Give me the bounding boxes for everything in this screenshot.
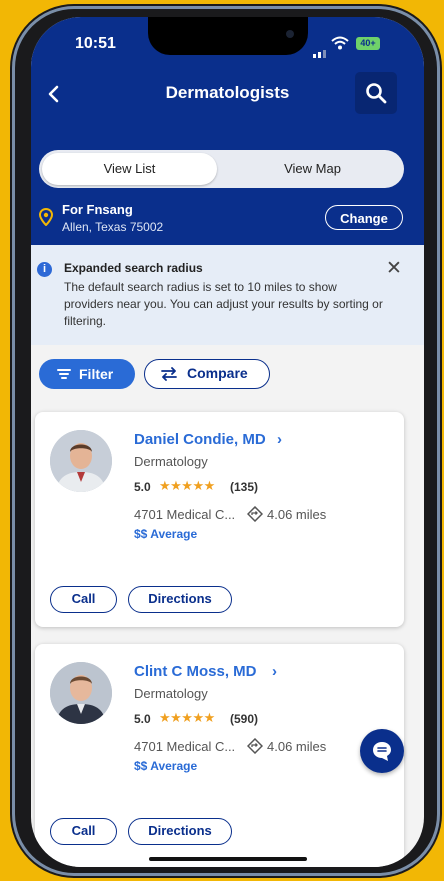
provider-name[interactable]: Clint C Moss, MD <box>134 663 257 680</box>
provider-address: 4701 Medical C... <box>134 507 236 522</box>
location-pin-icon <box>39 208 53 226</box>
wifi-icon <box>331 36 349 50</box>
chevron-right-icon[interactable]: › <box>277 431 282 448</box>
call-button[interactable]: Call <box>50 586 117 613</box>
location-name: For Fnsang <box>62 202 133 217</box>
filter-button[interactable]: Filter <box>39 359 135 389</box>
close-icon[interactable]: ✕ <box>386 257 402 280</box>
compare-icon <box>161 367 177 381</box>
provider-name[interactable]: Daniel Condie, MD <box>134 431 266 448</box>
info-icon: i <box>37 262 52 277</box>
provider-card[interactable]: Daniel Condie, MD › Dermatology 5.0 ★★★★… <box>35 412 404 627</box>
call-button[interactable]: Call <box>50 818 117 845</box>
search-icon <box>366 83 387 104</box>
location-address: Allen, Texas 75002 <box>62 220 164 234</box>
chat-button[interactable] <box>360 729 404 773</box>
directions-button[interactable]: Directions <box>128 818 232 845</box>
directions-icon <box>247 506 263 522</box>
rating-value: 5.0 <box>134 712 151 726</box>
view-toggle: View List View Map <box>39 150 404 188</box>
camera-notch <box>148 17 308 55</box>
signal-icon <box>313 40 328 58</box>
filter-icon <box>57 369 71 379</box>
provider-address: 4701 Medical C... <box>134 739 236 754</box>
view-list-tab[interactable]: View List <box>42 161 217 176</box>
provider-distance: 4.06 miles <box>267 739 327 754</box>
directions-button[interactable]: Directions <box>128 586 232 613</box>
status-time: 10:51 <box>75 35 116 52</box>
review-count: (135) <box>230 480 259 494</box>
price-level: $$ Average <box>134 527 198 541</box>
camera-icon <box>286 30 294 38</box>
view-map-tab[interactable]: View Map <box>225 161 400 176</box>
star-rating-icon: ★★★★★ <box>159 478 215 493</box>
price-level: $$ Average <box>134 759 198 773</box>
compare-button[interactable]: Compare <box>144 359 270 389</box>
notice-title: Expanded search radius <box>64 261 203 275</box>
notice-body: The default search radius is set to 10 m… <box>64 280 383 328</box>
star-rating-icon: ★★★★★ <box>159 710 215 725</box>
search-button[interactable] <box>355 72 397 114</box>
chat-icon <box>373 742 391 761</box>
battery-icon: 40+ <box>356 37 380 50</box>
provider-specialty: Dermatology <box>134 454 208 469</box>
change-location-button[interactable]: Change <box>325 205 403 230</box>
rating-value: 5.0 <box>134 480 151 494</box>
compare-label: Compare <box>187 365 248 381</box>
review-count: (590) <box>230 712 259 726</box>
chevron-right-icon[interactable]: › <box>272 663 277 680</box>
avatar <box>50 430 112 492</box>
avatar <box>50 662 112 724</box>
home-indicator[interactable] <box>149 857 307 861</box>
provider-card[interactable]: Clint C Moss, MD › Dermatology 5.0 ★★★★★… <box>35 644 404 867</box>
provider-distance: 4.06 miles <box>267 507 327 522</box>
directions-icon <box>247 738 263 754</box>
header: 10:51 40+ Dermatologists View List View … <box>31 17 424 245</box>
app-screen: 10:51 40+ Dermatologists View List View … <box>31 17 424 867</box>
provider-specialty: Dermatology <box>134 686 208 701</box>
filter-label: Filter <box>79 366 114 382</box>
